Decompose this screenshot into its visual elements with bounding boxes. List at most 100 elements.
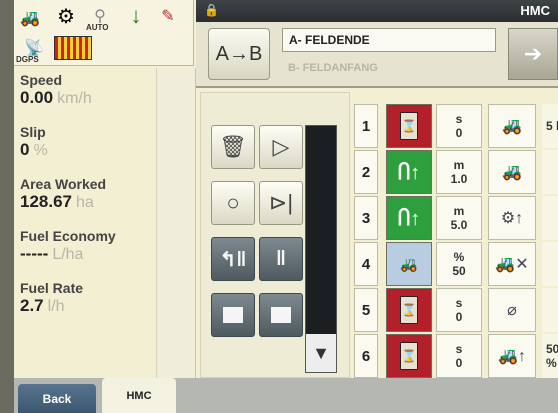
hmc-tab[interactable]: HMC [102,378,176,413]
auto-steer-icon[interactable]: ⚲ AUTO [86,2,114,32]
tractor-icon[interactable]: 🚜 [488,150,536,194]
stat-unit: ha [76,194,94,211]
step-setting[interactable]: 5 kp [542,104,558,148]
step-setting[interactable] [542,288,558,332]
step-pause-button[interactable]: ↰‖ [211,237,255,281]
sequence-row[interactable]: 5 ⌛ s0 ⌀ [354,288,558,332]
pto-rate-icon[interactable]: ⌀ [488,288,536,332]
tractor-hydraulic-icon[interactable]: 🚜↑ [488,334,536,378]
step-action[interactable]: 🚜 [386,242,432,286]
hitch-icon[interactable]: ⚙ [52,2,80,30]
hitch-raise-icon[interactable]: ⚙↑ [488,196,536,240]
trigger-unit: s [455,296,463,310]
sequence-row[interactable]: 6 ⌛ s0 🚜↑ 50 % [354,334,558,378]
play-button[interactable]: ▷ [259,125,303,169]
stat-area-worked: Area Worked 128.67 ha [14,172,156,224]
stat-unit: l/h [47,298,65,315]
pause-button[interactable]: ‖ [259,237,303,281]
hmc-screen: 🚜 ⚙ ⚲ AUTO ↓ ✎ 📡 DGPS Speed 0.00 km/h Slip … [14,0,558,413]
stats-panel: Speed 0.00 km/h Slip 0% Area Worked 128.6… [14,68,156,378]
step-action[interactable]: Ⴖ↑ [386,196,432,240]
step-number: 2 [354,150,378,194]
hourglass-icon: ⌛ [400,112,418,140]
trigger-unit: m [453,204,465,218]
tractor-speed-icon[interactable]: 🚜 [488,104,536,148]
circle-icon: ○ [226,190,240,215]
ab-switch-button[interactable]: A→B [208,28,270,80]
sequence-table: 1 ⌛ s0 🚜 5 kp 2 Ⴖ↑ m1.0 🚜 3 Ⴖ↑ m5.0 ⚙↑ 4… [354,92,558,378]
stop-button-2[interactable] [259,293,303,337]
stat-value: 0 [20,140,30,159]
step-action[interactable]: ⌛ [386,288,432,332]
bottom-tab-bar: Back HMC [14,378,558,413]
hitch-up-icon: Ⴖ↑ [397,207,421,230]
trash-icon: 🗑 [219,134,247,159]
sequence-row[interactable]: 1 ⌛ s0 🚜 5 kp [354,104,558,148]
step-setting[interactable] [542,150,558,194]
step-setting[interactable]: 50 % [542,334,558,378]
trigger-value: 1.0 [450,172,468,186]
trigger-value: 50 [452,264,466,278]
arrow-down-icon[interactable]: ↓ [122,2,150,30]
sequence-header: A→B A- FELDENDE B- FELDANFANG ➔ [196,22,558,88]
step-pause-icon: ↰‖ [219,248,247,271]
step-number: 5 [354,288,378,332]
trigger-value: 0 [455,126,463,140]
stop-icon [271,307,291,323]
stat-label: Fuel Economy [20,228,116,244]
sequence-row[interactable]: 2 Ⴖ↑ m 1.0 🚜 [354,150,558,194]
sequence-scrollbar[interactable]: ▼ [305,125,337,373]
step-number: 3 [354,196,378,240]
field-b-name[interactable]: B- FELDANFANG [282,60,496,78]
ab-switch-icon: A→B [215,42,263,65]
step-action[interactable]: Ⴖ↑ [386,150,432,194]
stop-icon [223,307,243,323]
step-number: 4 [354,242,378,286]
stat-label: Speed [20,72,63,88]
next-arrow-button[interactable]: ➔ [508,28,558,80]
scroll-down-icon[interactable]: ▼ [306,334,336,372]
step-forward-icon: ⊳| [268,190,294,215]
hourglass-icon: ⌛ [400,296,418,324]
step-trigger[interactable]: s0 [436,288,482,332]
stat-fuel-economy: Fuel Economy ----- L/ha [14,224,156,276]
step-setting[interactable] [542,196,558,240]
stat-fuel-rate: Fuel Rate 2.7 l/h [14,276,156,328]
stat-value: ----- [20,244,49,263]
stat-unit: % [33,142,48,159]
sequence-row[interactable]: 3 Ⴖ↑ m 5.0 ⚙↑ [354,196,558,240]
record-button[interactable]: ○ [211,181,255,225]
arrow-right-icon: ➔ [523,41,543,66]
stop-button-1[interactable] [211,293,255,337]
step-action[interactable]: ⌛ [386,334,432,378]
stat-value: 2.7 [20,296,44,315]
delete-button[interactable]: 🗑 [211,125,255,169]
sequence-row[interactable]: 4 🚜 % 50 🚜✕ [354,242,558,286]
lock-icon: 🔒 [204,3,219,17]
step-trigger[interactable]: s0 [436,104,482,148]
field-a-name[interactable]: A- FELDENDE [282,28,496,52]
step-number: 1 [354,104,378,148]
tractor-icon[interactable]: 🚜 [16,4,44,32]
trigger-value: 5.0 [450,218,468,232]
dgps-icon[interactable]: 📡 DGPS [16,34,52,64]
hitch-up-icon: Ⴖ↑ [397,161,421,184]
step-trigger[interactable]: % 50 [436,242,482,286]
trigger-value: 0 [455,310,463,324]
step-action[interactable]: ⌛ [386,104,432,148]
status-icon-bar: 🚜 ⚙ ⚲ AUTO ↓ ✎ 📡 DGPS [14,0,194,66]
step-trigger[interactable]: m 5.0 [436,196,482,240]
step-button[interactable]: ⊳| [259,181,303,225]
tractor-icon: 🚜 [400,255,418,272]
tractor-stop-icon[interactable]: 🚜✕ [488,242,536,286]
stat-label: Area Worked [20,176,107,192]
step-trigger[interactable]: s0 [436,334,482,378]
step-setting[interactable] [542,242,558,286]
back-tab[interactable]: Back [18,384,96,413]
stat-unit: L/ha [52,246,84,263]
implement-icon[interactable] [54,36,92,60]
tool-icon[interactable]: ✎ [154,2,182,30]
trigger-value: 0 [455,356,463,370]
step-trigger[interactable]: m 1.0 [436,150,482,194]
hourglass-icon: ⌛ [400,342,418,370]
